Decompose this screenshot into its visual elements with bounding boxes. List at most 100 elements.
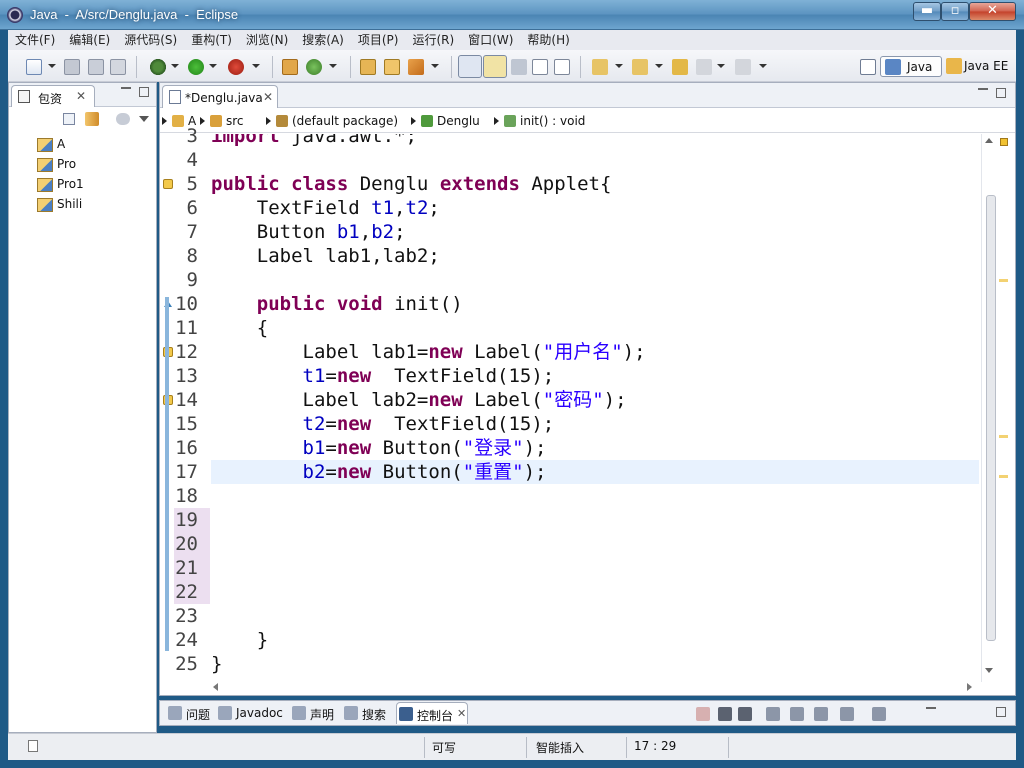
print-icon[interactable]	[110, 59, 126, 75]
error-marker-icon[interactable]	[1000, 138, 1008, 146]
code-line[interactable]	[211, 604, 979, 628]
menu-item[interactable]: 浏览(N)	[239, 30, 295, 50]
show-whitespace-icon[interactable]	[532, 59, 548, 75]
code-line[interactable]: b1=new Button("登录");	[211, 436, 979, 460]
minimize-view-icon[interactable]	[926, 706, 936, 709]
tab-console[interactable]: 控制台 ✕	[396, 702, 468, 724]
tab-search[interactable]: 搜索	[342, 702, 394, 724]
maximize-editor-icon[interactable]	[996, 88, 1006, 98]
tab-denglu-java[interactable]: *Denglu.java ✕	[162, 85, 278, 108]
remove-all-icon[interactable]	[738, 707, 752, 721]
code-line[interactable]	[211, 148, 979, 172]
remove-launch-icon[interactable]	[718, 707, 732, 721]
vertical-scrollbar-thumb[interactable]	[986, 195, 996, 641]
maximize-view-icon[interactable]	[996, 707, 1006, 717]
tab-javadoc[interactable]: Javadoc	[216, 702, 286, 724]
pin-console-icon[interactable]	[814, 707, 828, 721]
breadcrumb-item[interactable]: src	[226, 114, 244, 128]
save-icon[interactable]	[64, 59, 80, 75]
tab-declaration[interactable]: 声明	[290, 702, 340, 724]
save-all-icon[interactable]	[88, 59, 104, 75]
code-line[interactable]: t1=new TextField(15);	[211, 364, 979, 388]
new-java-project-icon[interactable]	[282, 59, 298, 75]
link-with-editor-icon[interactable]	[85, 112, 99, 126]
horizontal-scrollbar[interactable]	[211, 680, 981, 694]
close-tab-icon[interactable]: ✕	[457, 707, 466, 720]
external-tools-icon[interactable]	[228, 59, 244, 75]
new-java-class-icon[interactable]	[306, 59, 322, 75]
code-line[interactable]: public class Denglu extends Applet{	[211, 172, 979, 196]
new-java-class-dropdown-icon[interactable]	[329, 64, 337, 68]
breadcrumb-separator-icon[interactable]	[411, 117, 416, 125]
tab-package-explorer[interactable]: 包资 ✕	[11, 85, 95, 107]
new-dropdown-icon[interactable]	[48, 64, 56, 68]
open-folder-icon[interactable]	[384, 59, 400, 75]
menu-item[interactable]: 运行(R)	[405, 30, 461, 50]
fast-view-icon[interactable]	[28, 740, 38, 752]
scroll-lock-icon[interactable]	[790, 707, 804, 721]
tab-problems[interactable]: 问题	[166, 702, 214, 724]
open-perspective-icon[interactable]	[860, 59, 876, 75]
code-line[interactable]	[211, 580, 979, 604]
code-line[interactable]: Label lab1=new Label("用户名");	[211, 340, 979, 364]
breadcrumb-item[interactable]: init() : void	[520, 114, 585, 128]
breadcrumb-separator-icon[interactable]	[494, 117, 499, 125]
scroll-left-arrow-icon[interactable]	[213, 683, 218, 691]
search-task-icon[interactable]	[408, 59, 424, 75]
menu-item[interactable]: 项目(P)	[351, 30, 406, 50]
toggle-breadcrumb-button[interactable]	[458, 55, 482, 78]
close-button[interactable]: ✕	[969, 2, 1016, 21]
open-type-icon[interactable]	[360, 59, 376, 75]
run-dropdown-icon[interactable]	[209, 64, 217, 68]
menu-item[interactable]: 编辑(E)	[62, 30, 117, 50]
previous-annotation-dropdown-icon[interactable]	[655, 64, 663, 68]
code-line[interactable]: import java.awt.*;	[211, 134, 979, 148]
display-selected-console-icon[interactable]	[840, 707, 854, 721]
forward-icon[interactable]	[735, 59, 751, 75]
java-perspective-button[interactable]: Java	[880, 56, 942, 77]
warning-marker-icon[interactable]	[999, 435, 1008, 438]
next-annotation-icon[interactable]	[592, 59, 608, 75]
forward-dropdown-icon[interactable]	[759, 64, 767, 68]
warning-icon[interactable]	[163, 179, 173, 189]
debug-icon[interactable]	[150, 59, 166, 75]
code-line[interactable]: }	[211, 652, 979, 676]
filter-icon[interactable]	[116, 113, 130, 125]
minimize-button[interactable]: ▬	[913, 2, 941, 21]
warning-marker-icon[interactable]	[999, 475, 1008, 478]
code-line[interactable]	[211, 532, 979, 556]
previous-annotation-icon[interactable]	[632, 59, 648, 75]
breadcrumb-item[interactable]: Denglu	[437, 114, 480, 128]
code-line[interactable]	[211, 268, 979, 292]
minimize-view-icon[interactable]	[121, 86, 131, 89]
open-console-icon[interactable]	[872, 707, 886, 721]
code-line[interactable]: public void init()	[211, 292, 979, 316]
search-dropdown-icon[interactable]	[431, 64, 439, 68]
show-source-icon[interactable]	[554, 59, 570, 75]
maximize-button[interactable]: ▫	[941, 2, 969, 21]
java-ee-perspective-button[interactable]: Java EE	[944, 56, 1014, 77]
external-tools-dropdown-icon[interactable]	[252, 64, 260, 68]
breadcrumb-separator-icon[interactable]	[162, 117, 167, 125]
run-icon[interactable]	[188, 59, 204, 75]
code-line[interactable]: t2=new TextField(15);	[211, 412, 979, 436]
collapse-all-icon[interactable]	[63, 113, 75, 125]
code-line[interactable]	[211, 484, 979, 508]
menu-item[interactable]: 源代码(S)	[117, 30, 184, 50]
scroll-right-arrow-icon[interactable]	[967, 683, 972, 691]
back-icon[interactable]	[696, 59, 712, 75]
view-menu-icon[interactable]	[139, 116, 149, 122]
menu-item[interactable]: 窗口(W)	[461, 30, 520, 50]
code-line[interactable]	[211, 556, 979, 580]
back-dropdown-icon[interactable]	[717, 64, 725, 68]
menu-item[interactable]: 搜索(A)	[295, 30, 351, 50]
debug-dropdown-icon[interactable]	[171, 64, 179, 68]
scroll-down-arrow-icon[interactable]	[985, 668, 993, 673]
scroll-up-arrow-icon[interactable]	[985, 138, 993, 143]
breadcrumb-separator-icon[interactable]	[266, 117, 271, 125]
last-edit-location-icon[interactable]	[672, 59, 688, 75]
close-tab-icon[interactable]: ✕	[76, 89, 86, 103]
code-line[interactable]: Label lab1,lab2;	[211, 244, 979, 268]
code-line[interactable]: }	[211, 628, 979, 652]
minimize-editor-icon[interactable]	[978, 87, 988, 90]
